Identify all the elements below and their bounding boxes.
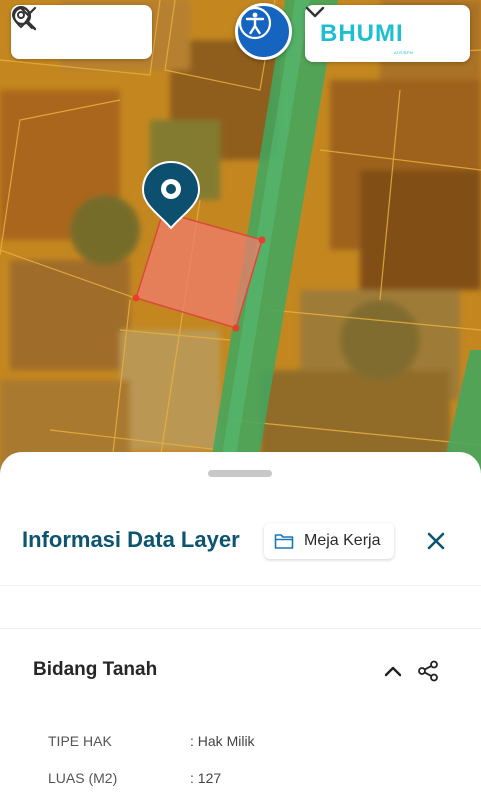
workspace-button[interactable]: Meja Kerja — [264, 523, 394, 559]
brand-name: BHUMI — [320, 19, 404, 47]
share-icon — [418, 660, 438, 682]
close-button[interactable] — [420, 525, 452, 557]
share-button[interactable] — [414, 657, 442, 685]
divider — [0, 585, 481, 586]
row-label: TIPE HAK — [48, 733, 112, 749]
map-canvas[interactable] — [0, 0, 481, 480]
map-view[interactable]: BHUMI ATR/BPN — [0, 0, 481, 480]
row-value: : Hak Milik — [190, 733, 255, 749]
accessibility-button[interactable] — [235, 3, 292, 60]
brand-menu[interactable]: BHUMI ATR/BPN — [305, 5, 470, 62]
chevron-down-icon — [19, 6, 37, 17]
info-bottom-sheet: Informasi Data Layer Meja Kerja Bidang T… — [0, 452, 481, 804]
brand-tagline: ATR/BPN — [394, 49, 414, 55]
row-value: : 127 — [190, 770, 222, 786]
close-icon — [427, 532, 445, 550]
folder-icon — [274, 532, 294, 550]
chevron-up-icon — [384, 666, 402, 677]
workspace-label: Meja Kerja — [304, 532, 381, 549]
collapse-button[interactable] — [379, 657, 407, 685]
sheet-title: Informasi Data Layer — [22, 527, 240, 552]
section-title: Bidang Tanah — [33, 659, 158, 680]
location-search-dropdown[interactable] — [11, 5, 152, 59]
app-screen: BHUMI ATR/BPN Informasi Data Layer Meja … — [0, 0, 481, 804]
row-label: LUAS (M2) — [48, 770, 118, 786]
brand-logo: BHUMI ATR/BPN — [320, 14, 420, 55]
drag-handle[interactable] — [208, 470, 272, 477]
chevron-down-icon — [305, 6, 325, 18]
map-tools-panel — [11, 5, 152, 59]
accessibility-icon — [238, 6, 272, 40]
divider — [0, 628, 481, 629]
